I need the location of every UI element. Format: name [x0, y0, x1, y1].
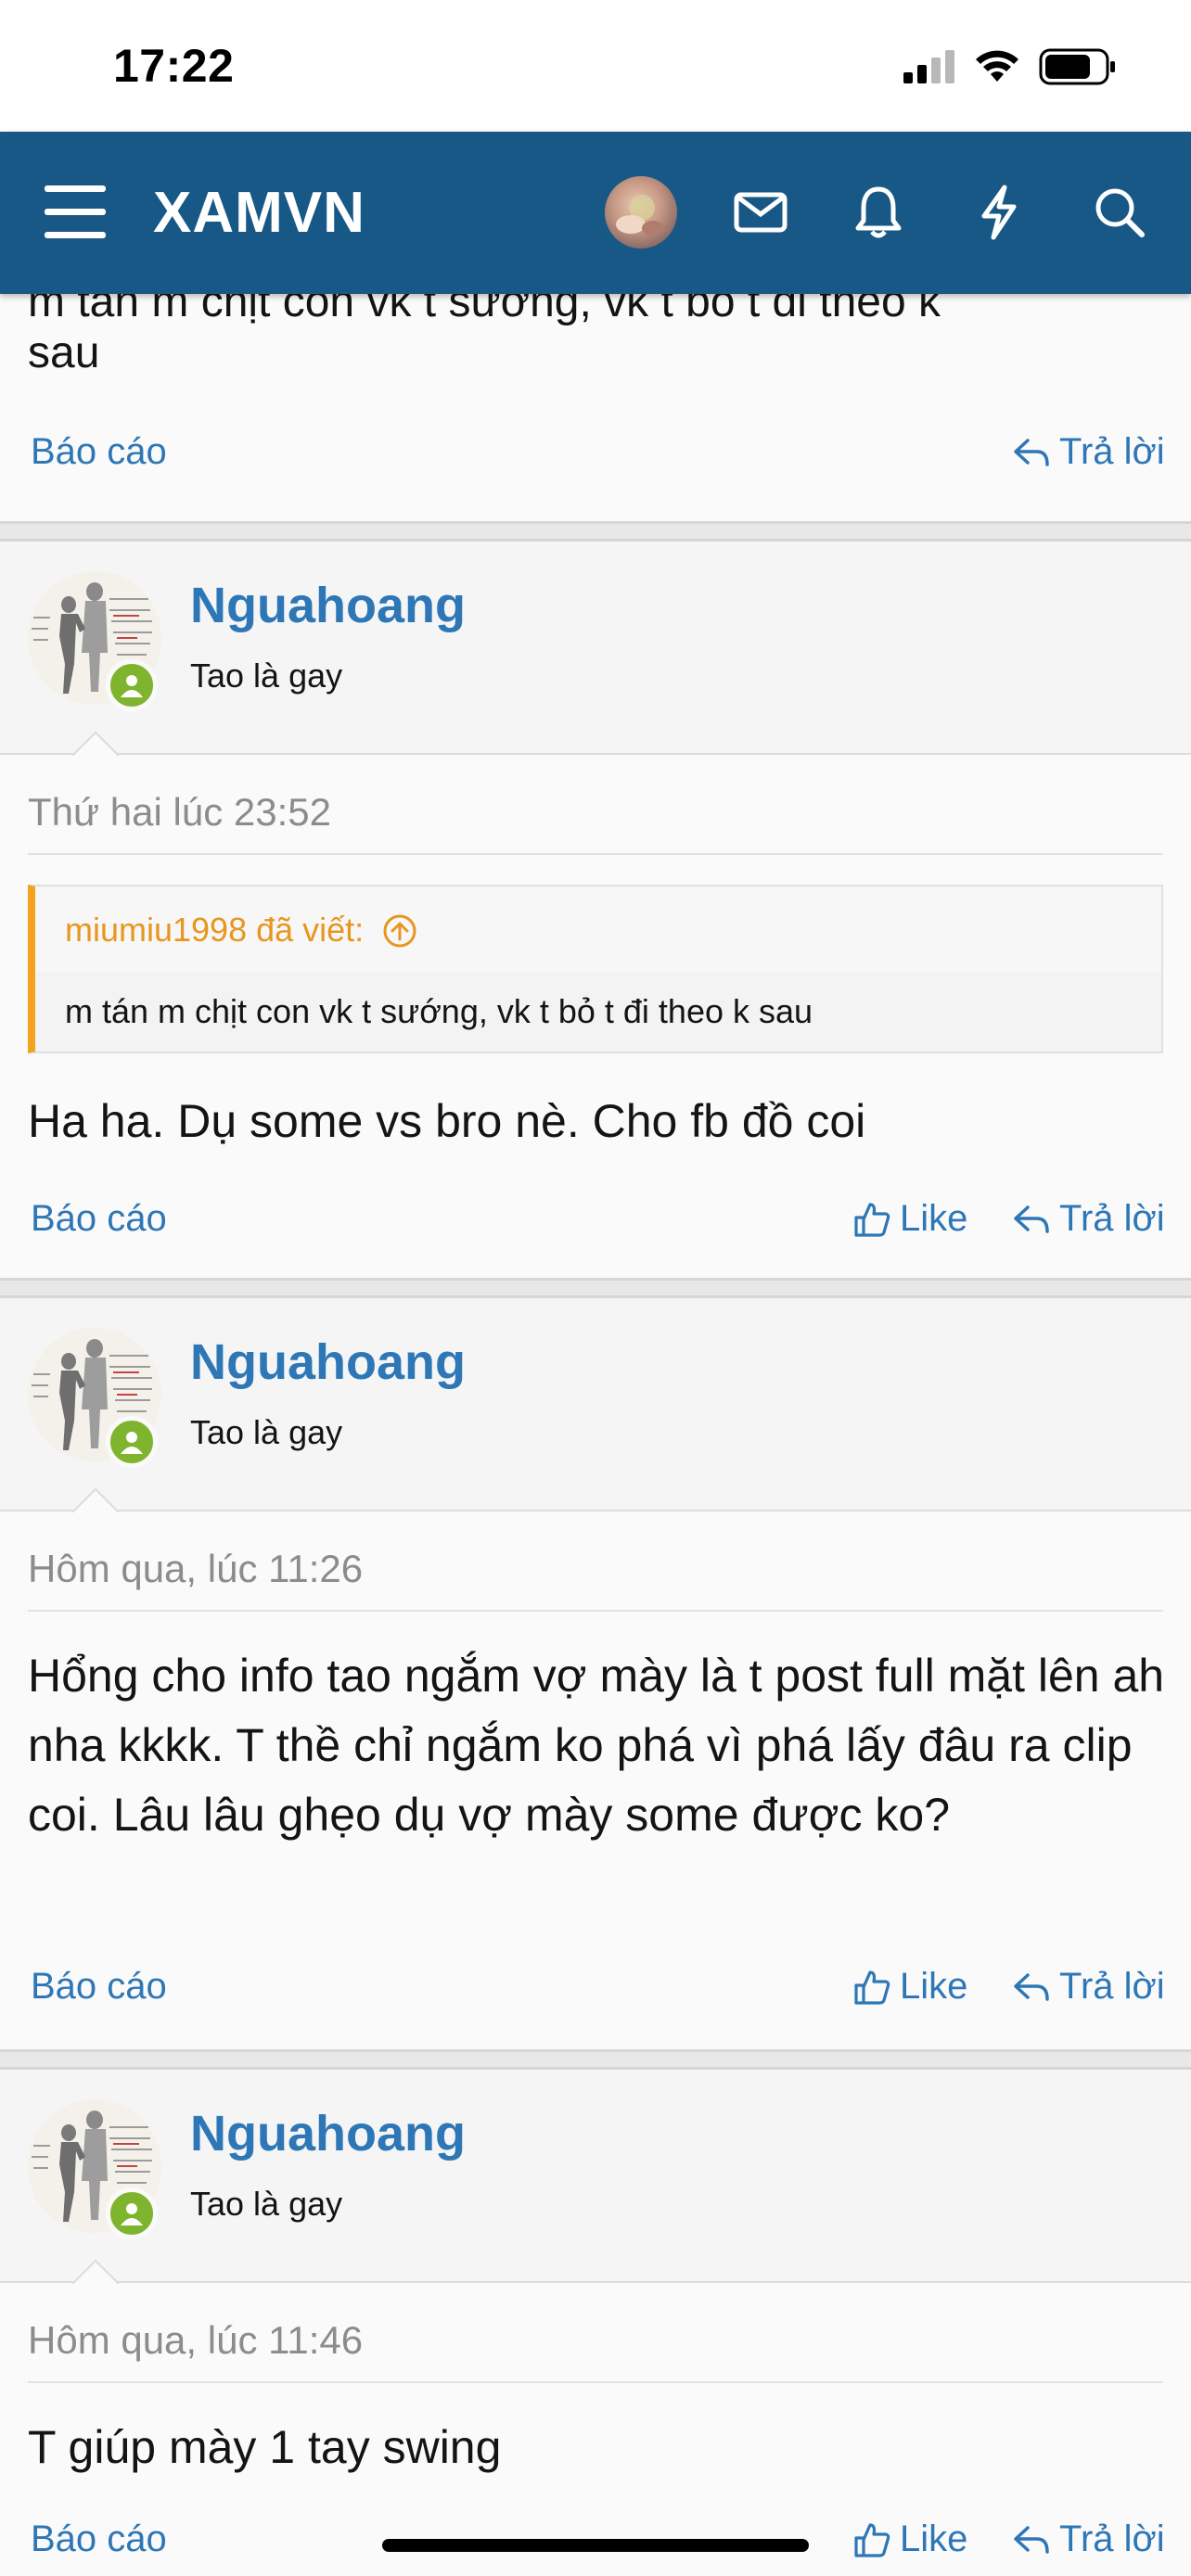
thumbs-up-icon: [854, 2522, 890, 2557]
like-label: Like: [900, 1198, 968, 1239]
report-link[interactable]: Báo cáo: [31, 1966, 167, 2008]
status-bar: 17:22: [0, 0, 1191, 132]
whats-new-bolt-icon[interactable]: [969, 183, 1029, 242]
reply-arrow-icon: [1014, 1972, 1049, 2001]
report-link[interactable]: Báo cáo: [31, 431, 167, 473]
like-label: Like: [900, 1966, 968, 2007]
post-3: Nguahoang Tao là gay Hôm qua, lúc 11:46 …: [0, 2070, 1191, 2576]
wifi-icon: [976, 50, 1018, 82]
site-logo[interactable]: XAMVN: [153, 180, 365, 246]
post-date[interactable]: Thứ hai lúc 23:52: [28, 790, 331, 835]
user-avatar-button[interactable]: [605, 176, 677, 249]
post-date[interactable]: Hôm qua, lúc 11:46: [28, 2318, 363, 2363]
post-user-bar: Nguahoang Tao là gay: [0, 542, 1191, 756]
like-link[interactable]: Like: [853, 2519, 967, 2560]
like-label: Like: [900, 2519, 968, 2559]
report-link[interactable]: Báo cáo: [31, 2519, 167, 2560]
quote-block: miumiu1998 đã viết: m tán m chịt con vk …: [28, 885, 1163, 1053]
user-title: Tao là gay: [190, 2185, 343, 2223]
reply-arrow-icon: [1014, 2525, 1049, 2554]
post-actions: Báo cáo Like Trả lời: [0, 1958, 1191, 2023]
post-2: Nguahoang Tao là gay Hôm qua, lúc 11:26 …: [0, 1298, 1191, 2049]
user-bar-pointer: [72, 732, 119, 756]
site-header: XAMVN: [0, 132, 1191, 294]
post-date[interactable]: Hôm qua, lúc 11:26: [28, 1547, 363, 1591]
user-bar-pointer: [72, 1488, 119, 1512]
reply-label: Trả lời: [1059, 1966, 1165, 2007]
post-user-bar: Nguahoang Tao là gay: [0, 1298, 1191, 1512]
post-actions: Báo cáo Trả lời: [0, 424, 1191, 489]
reply-link[interactable]: Trả lời: [1013, 431, 1165, 473]
notifications-bell-icon[interactable]: [849, 183, 908, 242]
post-body: T giúp mày 1 tay swing: [28, 2421, 502, 2473]
reply-label: Trả lời: [1059, 2519, 1165, 2559]
post-separator: [0, 1278, 1191, 1298]
post-body: Hổng cho info tao ngắm vợ mày là t post …: [28, 1650, 1165, 1841]
reply-link[interactable]: Trả lời: [1013, 2519, 1165, 2560]
post-separator: [0, 2049, 1191, 2070]
report-link[interactable]: Báo cáo: [31, 1198, 167, 1240]
reply-link[interactable]: Trả lời: [1013, 1966, 1165, 2008]
username-link[interactable]: Nguahoang: [190, 577, 466, 634]
reply-label: Trả lời: [1059, 1198, 1165, 1239]
post-separator: [0, 521, 1191, 542]
cellular-signal-icon: [903, 50, 954, 83]
online-status-icon: [106, 2187, 158, 2239]
like-link[interactable]: Like: [853, 1966, 967, 2008]
date-divider: [28, 853, 1163, 855]
previous-post: m tán m chịt con vk t sướng, vk t bỏ t đ…: [0, 277, 1191, 521]
thumbs-up-icon: [854, 1970, 890, 2005]
quote-author: miumiu1998 đã viết:: [65, 911, 365, 949]
date-divider: [28, 1610, 1163, 1612]
username-link[interactable]: Nguahoang: [190, 1333, 466, 1391]
post-body-partial-line2: sau: [28, 328, 100, 377]
status-time: 17:22: [113, 40, 235, 92]
reply-arrow-icon: [1014, 438, 1049, 466]
post-body: Ha ha. Dụ some vs bro nè. Cho fb đồ coi: [28, 1095, 866, 1147]
date-divider: [28, 2381, 1163, 2383]
status-icons: [903, 48, 1117, 85]
jump-to-quote-icon[interactable]: [382, 913, 417, 949]
hamburger-menu-icon[interactable]: [45, 185, 106, 239]
quote-author-link[interactable]: miumiu1998 đã viết:: [65, 911, 417, 950]
user-title: Tao là gay: [190, 657, 343, 695]
home-indicator[interactable]: [382, 2539, 809, 2552]
user-bar-pointer: [72, 2260, 119, 2284]
messages-icon[interactable]: [731, 183, 790, 242]
post-user-bar: Nguahoang Tao là gay: [0, 2070, 1191, 2284]
battery-icon: [1039, 48, 1115, 85]
reply-arrow-icon: [1014, 1205, 1049, 1233]
quote-text: m tán m chịt con vk t sướng, vk t bỏ t đ…: [65, 992, 813, 1030]
online-status-icon: [106, 1416, 158, 1468]
post-actions: Báo cáo Like Trả lời: [0, 1191, 1191, 1256]
thumbs-up-icon: [854, 1202, 890, 1237]
online-status-icon: [106, 659, 158, 711]
reply-link[interactable]: Trả lời: [1013, 1198, 1165, 1240]
reply-label: Trả lời: [1059, 431, 1165, 472]
user-title: Tao là gay: [190, 1413, 343, 1451]
username-link[interactable]: Nguahoang: [190, 2105, 466, 2162]
search-icon[interactable]: [1090, 183, 1149, 242]
like-link[interactable]: Like: [853, 1198, 967, 1240]
avatar-photo: [616, 195, 664, 236]
post-1: Nguahoang Tao là gay Thứ hai lúc 23:52 m…: [0, 542, 1191, 1278]
